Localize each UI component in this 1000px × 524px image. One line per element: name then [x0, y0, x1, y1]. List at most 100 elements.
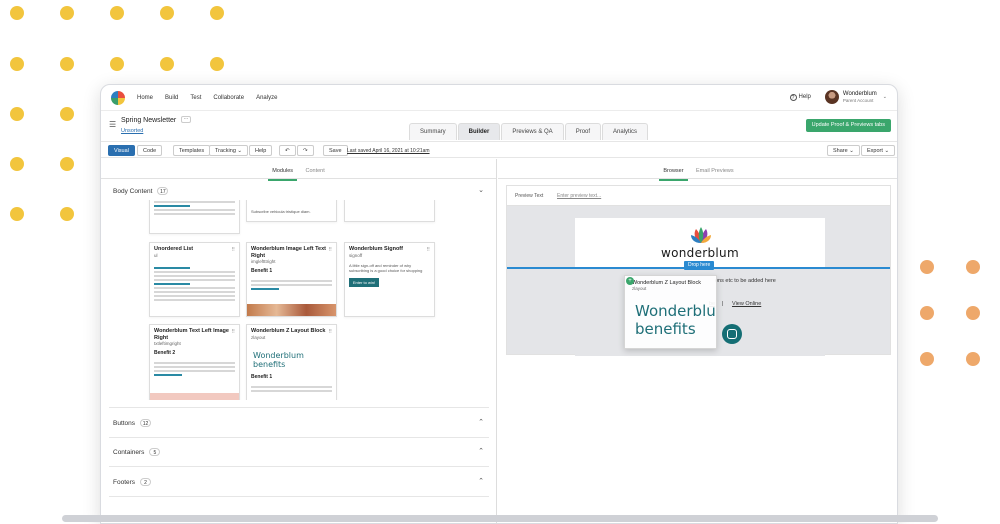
- section-containers[interactable]: Containers 5: [113, 448, 161, 456]
- section-count: 12: [140, 419, 152, 427]
- drag-handle-icon[interactable]: ⠿: [231, 329, 235, 335]
- section-label: Buttons: [113, 419, 136, 427]
- share-label: Share: [833, 148, 848, 154]
- help-link[interactable]: ? Help: [789, 93, 811, 101]
- app-logo-icon[interactable]: [111, 90, 125, 105]
- drop-here-label: Drop here: [684, 261, 715, 270]
- divider: [109, 407, 489, 408]
- module-card[interactable]: [149, 200, 240, 234]
- tab-content[interactable]: Content: [301, 161, 328, 181]
- module-cta-preview: Enter to win!: [349, 277, 379, 287]
- account-switcher[interactable]: Wonderblum Parent Account: [843, 91, 877, 104]
- tab-builder[interactable]: Builder: [457, 123, 501, 140]
- last-saved-link[interactable]: Last saved April 16, 2021 at 10:21am: [347, 148, 430, 154]
- module-card-text-left[interactable]: ⠿ Wonderblum Text Left Image Right txtle…: [149, 324, 240, 400]
- section-count: 5: [149, 448, 161, 456]
- module-benefit: Benefit 1: [251, 268, 273, 274]
- brand-wordmark: wonderblum: [661, 246, 739, 260]
- footer-links-text: ons etc to be added here: [715, 278, 776, 284]
- tab-modules[interactable]: Modules: [268, 161, 298, 181]
- modules-panel: Modules Content Body Content 17 ⌄ Subscr…: [101, 159, 497, 523]
- redo-icon[interactable]: ↷: [297, 145, 314, 156]
- help-icon: ?: [789, 93, 797, 101]
- tracking-dropdown[interactable]: Tracking ⌄: [209, 145, 249, 156]
- section-count: 2: [140, 478, 152, 486]
- ghost-title: Wonderblum Z Layout Block: [632, 280, 701, 286]
- section-label: Body Content: [113, 187, 153, 195]
- tab-previews-qa[interactable]: Previews & QA: [501, 123, 564, 140]
- drag-handle-icon[interactable]: ⠿: [328, 329, 332, 335]
- editor-panels: Modules Content Body Content 17 ⌄ Subscr…: [101, 159, 897, 523]
- more-options-button[interactable]: ···: [181, 116, 191, 123]
- menu-icon[interactable]: ☰: [109, 120, 116, 129]
- drag-handle-icon[interactable]: ⠿: [328, 247, 332, 253]
- chevron-up-icon[interactable]: ⌃: [478, 477, 484, 485]
- ghost-headline: Wonderblum benefits: [635, 302, 716, 338]
- module-card-text: Subscribe vehicula tristique diam.: [251, 209, 311, 214]
- module-title: Unordered List: [154, 246, 194, 252]
- module-card[interactable]: [344, 200, 435, 222]
- nav-build[interactable]: Build: [165, 95, 178, 101]
- nav-test[interactable]: Test: [190, 95, 201, 101]
- main-tabs: Summary Builder Previews & QA Proof Anal…: [409, 123, 649, 140]
- editor-toolbar: Visual Code Templates Tracking ⌄ Help ↶ …: [101, 141, 897, 158]
- section-footers[interactable]: Footers 2: [113, 478, 152, 486]
- undo-icon[interactable]: ↶: [279, 145, 296, 156]
- tab-browser[interactable]: Browser: [659, 161, 688, 181]
- export-dropdown[interactable]: Export ⌄: [861, 145, 896, 156]
- avatar[interactable]: [824, 90, 839, 104]
- section-label: Containers: [113, 448, 145, 456]
- divider: [109, 466, 489, 467]
- section-buttons[interactable]: Buttons 12: [113, 419, 152, 427]
- module-grid: Subscribe vehicula tristique diam. ⠿ Uno…: [109, 200, 489, 400]
- visual-mode-button[interactable]: Visual: [108, 145, 135, 156]
- chevron-up-icon[interactable]: ⌃: [478, 418, 484, 426]
- folder-link[interactable]: Unsorted: [121, 128, 143, 134]
- section-body-content[interactable]: Body Content 17: [113, 187, 169, 195]
- module-card[interactable]: Subscribe vehicula tristique diam.: [246, 200, 337, 222]
- drag-handle-icon[interactable]: ⠿: [231, 247, 235, 253]
- wonderblum-logo-icon: [691, 227, 711, 243]
- nav-home[interactable]: Home: [137, 95, 153, 101]
- module-card-signoff[interactable]: ⠿ Wonderblum Signoff signoff A little si…: [344, 242, 435, 317]
- chevron-down-icon[interactable]: ⌄: [883, 94, 887, 100]
- templates-button[interactable]: Templates: [173, 145, 211, 156]
- share-dropdown[interactable]: Share ⌄: [827, 145, 860, 156]
- save-button[interactable]: Save: [323, 145, 348, 156]
- help-label: Help: [798, 94, 811, 100]
- email-canvas: wonderblum ons etc to be added here be |…: [506, 205, 891, 356]
- chevron-up-icon[interactable]: ⌃: [478, 447, 484, 455]
- divider: [109, 437, 489, 438]
- module-card-z-layout[interactable]: ⠿ Wonderblum Z Layout Block zlayout Wond…: [246, 324, 337, 400]
- account-role: Parent Account: [842, 97, 874, 103]
- account-name: Wonderblum: [842, 90, 877, 97]
- add-icon: +: [626, 277, 634, 285]
- preview-text-input[interactable]: Enter preview text...: [557, 193, 601, 199]
- code-mode-button[interactable]: Code: [137, 145, 163, 156]
- tab-proof[interactable]: Proof: [564, 123, 602, 140]
- nav-analyze[interactable]: Analyze: [256, 95, 277, 101]
- module-card-image-left[interactable]: ⠿ Wonderblum Image Left Text Right imgle…: [246, 242, 337, 317]
- module-card-unordered-list[interactable]: ⠿ Unordered List ul: [149, 242, 240, 317]
- nav-collaborate[interactable]: Collaborate: [213, 95, 244, 101]
- chevron-down-icon[interactable]: ⌄: [478, 186, 484, 194]
- dragged-module-ghost[interactable]: + Wonderblum Z Layout Block zlayout Wond…: [624, 275, 717, 349]
- drag-handle-icon[interactable]: ⠿: [426, 247, 430, 253]
- module-benefit: Benefit 2: [154, 350, 176, 356]
- chevron-down-icon: ⌄: [884, 148, 890, 154]
- update-proof-button[interactable]: Update Proof & Previews tabs: [805, 119, 891, 132]
- chevron-down-icon: ⌄: [849, 148, 854, 154]
- help-button[interactable]: Help: [249, 145, 273, 156]
- tab-email-previews[interactable]: Email Previews: [692, 161, 738, 181]
- instagram-icon[interactable]: [722, 324, 742, 344]
- view-online-link[interactable]: View Online: [732, 301, 761, 307]
- tab-summary[interactable]: Summary: [409, 123, 457, 140]
- module-image: [150, 393, 239, 400]
- tab-analytics[interactable]: Analytics: [602, 123, 649, 140]
- page-scrollbar[interactable]: [62, 515, 938, 522]
- right-subtabs: Browser Email Previews: [498, 159, 897, 181]
- module-title: Wonderblum Signoff: [349, 246, 403, 252]
- left-subtabs: Modules Content: [101, 159, 496, 181]
- module-title: Wonderblum Z Layout Block: [251, 328, 326, 334]
- module-title: Wonderblum Image Left Text Right: [251, 246, 326, 259]
